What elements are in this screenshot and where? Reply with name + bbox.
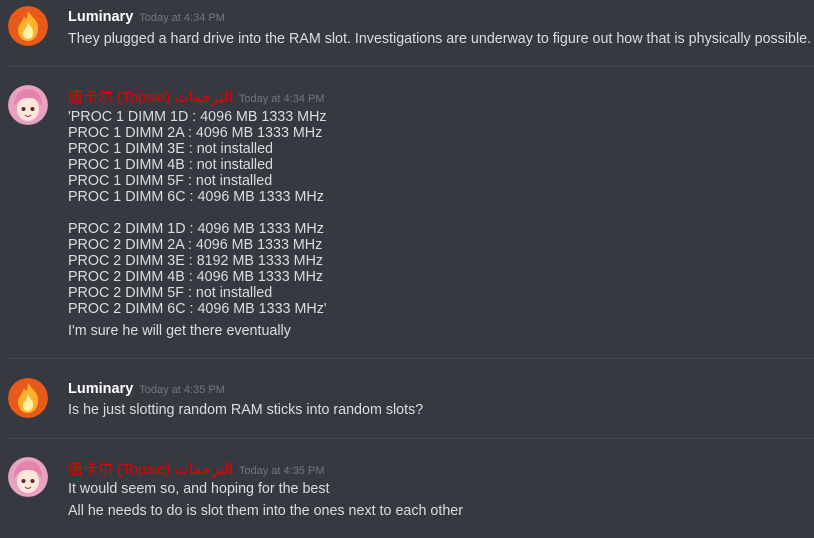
avatar-luminary[interactable] [8,6,48,46]
message-text: PROC 1 DIMM 3E : not installed [68,141,273,157]
message-text: All he needs to do is slot them into the… [68,503,464,519]
message-text: PROC 2 DIMM 4B : 4096 MB 1333 MHz [68,269,324,285]
anime-girl-avatar-icon [8,85,48,125]
message-header: 唐卡尔 (Topsie) الترجمات Today at 4:34 PM [68,86,324,107]
message-text: PROC 1 DIMM 4B : not installed [68,157,273,173]
message-text: PROC 2 DIMM 3E : 8192 MB 1333 MHz [68,253,324,269]
message-text: PROC 1 DIMM 5F : not installed [68,173,273,189]
author-name[interactable]: Luminary [68,381,133,397]
message-text: They plugged a hard drive into the RAM s… [68,31,812,47]
message-header: Luminary Today at 4:34 PM [68,8,225,26]
message-text: PROC 2 DIMM 2A : 4096 MB 1333 MHz [68,237,323,253]
message-text: 'PROC 1 DIMM 1D : 4096 MB 1333 MHz [68,109,327,125]
timestamp: Today at 4:35 PM [238,465,325,477]
timestamp: Today at 4:34 PM [139,12,225,24]
message-text: I'm sure he will get there eventually [68,323,291,339]
message-header: Luminary Today at 4:35 PM [68,380,225,398]
message-divider [8,438,814,439]
timestamp: Today at 4:35 PM [139,384,225,396]
timestamp: Today at 4:34 PM [238,93,325,105]
fire-avatar-icon [8,378,48,418]
anime-girl-avatar-icon [8,457,48,497]
message-divider [8,66,814,67]
author-name[interactable]: Luminary [68,9,133,25]
message-text: PROC 1 DIMM 6C : 4096 MB 1333 MHz [68,189,324,205]
message-header: 唐卡尔 (Topsie) الترجمات Today at 4:35 PM [68,458,324,479]
message-text: PROC 2 DIMM 5F : not installed [68,285,273,301]
message-divider [8,358,814,359]
avatar-topsie[interactable] [8,457,48,497]
message-text: PROC 1 DIMM 2A : 4096 MB 1333 MHz [68,125,323,141]
message-text: PROC 2 DIMM 1D : 4096 MB 1333 MHz [68,221,324,237]
message-text: Is he just slotting random RAM sticks in… [68,402,424,418]
fire-avatar-icon [8,6,48,46]
message-text: It would seem so, and hoping for the bes… [68,481,330,497]
author-name[interactable]: 唐卡尔 (Topsie) الترجمات [68,461,233,478]
avatar-topsie[interactable] [8,85,48,125]
author-name[interactable]: 唐卡尔 (Topsie) الترجمات [68,89,233,106]
message-text: PROC 2 DIMM 6C : 4096 MB 1333 MHz' [68,301,327,317]
avatar-luminary[interactable] [8,378,48,418]
